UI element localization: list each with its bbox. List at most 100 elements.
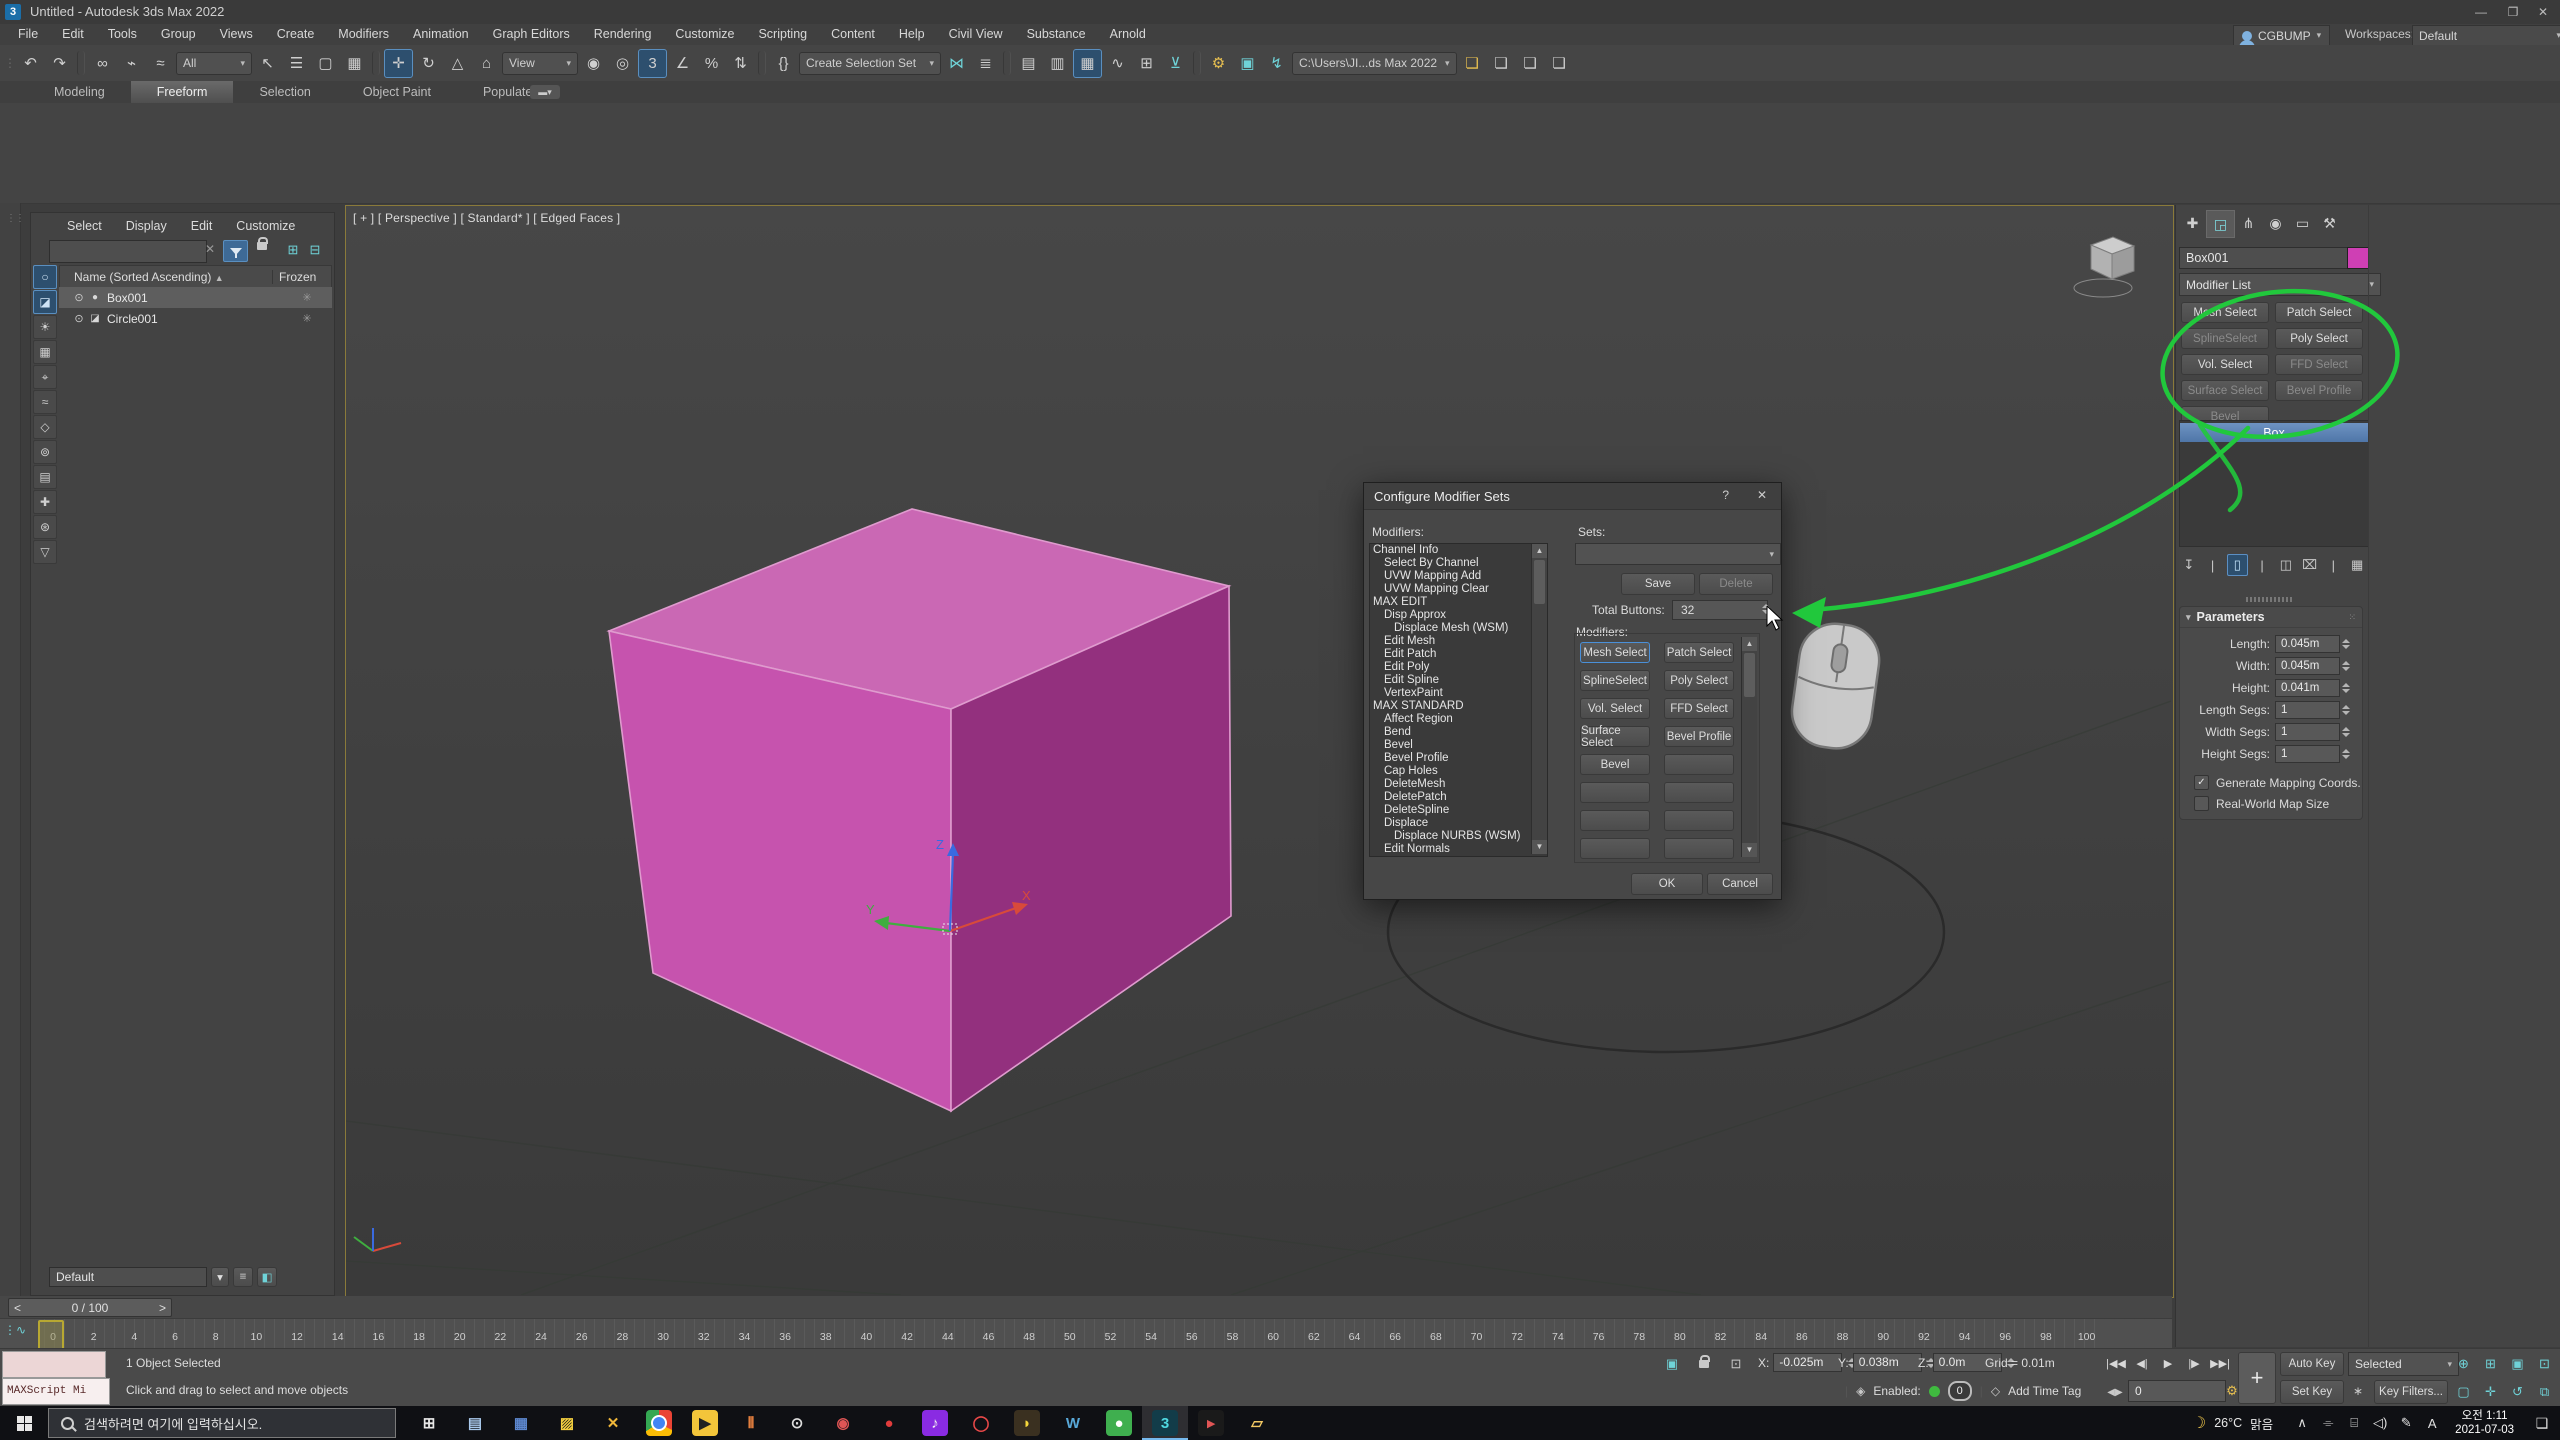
menu-item[interactable]: Modifiers: [326, 24, 401, 45]
menu-item[interactable]: Edit: [50, 24, 96, 45]
parameter-spinner[interactable]: [2340, 661, 2351, 671]
taskbar-maps-icon[interactable]: ◉: [820, 1406, 866, 1440]
rendered-frame-window-button[interactable]: ▣: [1234, 50, 1261, 77]
pin-stack-button[interactable]: ↧: [2179, 555, 2199, 575]
panel-button-spline-select[interactable]: SplineSelect: [2181, 328, 2269, 349]
explorer-menu-item[interactable]: Edit: [179, 215, 225, 237]
use-selection-center-button[interactable]: ◎: [609, 50, 636, 77]
timeline-playhead[interactable]: [38, 1320, 64, 1351]
mirror-button[interactable]: ⋈: [943, 50, 970, 77]
enabled-value-badge[interactable]: 0: [1948, 1381, 1972, 1401]
panel-splitter-handle[interactable]: [2246, 597, 2294, 602]
dialog-help-button[interactable]: ?: [1722, 488, 1729, 502]
modifier-list-item[interactable]: DeletePatch: [1370, 791, 1547, 804]
playback-button[interactable]: |▶: [2181, 1352, 2207, 1374]
explorer-settings-button[interactable]: ≡: [233, 1267, 253, 1287]
divider[interactable]: [77, 51, 85, 75]
tab-hierarchy[interactable]: ⋔: [2235, 210, 2262, 236]
taskbar-file-explorer-icon[interactable]: ▱: [1234, 1406, 1280, 1440]
divider[interactable]: |: [2252, 555, 2272, 575]
dialog-button-surface-select[interactable]: Surface Select: [1580, 726, 1650, 747]
panel-button-bevel-profile[interactable]: Bevel Profile: [2275, 380, 2363, 401]
trackbar-mode-icon[interactable]: ⋮∿: [4, 1323, 26, 1337]
taskbar-opera-icon[interactable]: ◯: [958, 1406, 1004, 1440]
filter-funnel-button[interactable]: [223, 240, 248, 262]
playback-button[interactable]: |◀◀: [2103, 1352, 2129, 1374]
taskbar-bars-app-icon[interactable]: ⫴: [728, 1406, 774, 1440]
selection-lock-button[interactable]: [1692, 1353, 1716, 1375]
menu-item[interactable]: Substance: [1015, 24, 1098, 45]
tab-utilities[interactable]: ⚒: [2316, 210, 2343, 236]
parameter-value-field[interactable]: 1: [2275, 723, 2340, 741]
show-end-result-button[interactable]: ▯: [2227, 554, 2249, 576]
filter-geometry-toggle[interactable]: ○: [33, 265, 57, 289]
add-time-tag[interactable]: Add Time Tag: [2008, 1384, 2081, 1398]
dialog-button-bevel[interactable]: Bevel: [1580, 754, 1650, 775]
explorer-row-box001[interactable]: ⊙ ● Box001 ✳: [59, 287, 332, 308]
total-buttons-field[interactable]: 32: [1672, 600, 1768, 620]
maximize-button[interactable]: ❐: [2498, 2, 2528, 22]
signin-dropdown[interactable]: CGBUMP ▾: [2233, 25, 2330, 46]
frame-arrows-icon[interactable]: ◀▶: [2103, 1381, 2127, 1403]
filter-groups-toggle[interactable]: ▤: [33, 465, 57, 489]
cancel-button[interactable]: Cancel: [1707, 873, 1773, 895]
select-by-name-button[interactable]: ☰: [283, 50, 310, 77]
filter-helpers-toggle[interactable]: ⌖: [33, 365, 57, 389]
select-and-scale-button[interactable]: △: [444, 50, 471, 77]
ribbon-tab-freeform[interactable]: Freeform: [131, 81, 234, 103]
auto-key-button[interactable]: Auto Key: [2280, 1352, 2344, 1376]
modifier-list-item[interactable]: Edit Patch: [1370, 648, 1547, 661]
taskbar-clock[interactable]: 오전 1:11 2021-07-03: [2455, 1409, 2514, 1437]
explorer-menu-item[interactable]: Display: [114, 215, 179, 237]
modifier-list-item[interactable]: Disp Approx: [1370, 609, 1547, 622]
minimize-button[interactable]: —: [2466, 2, 2496, 22]
menu-item[interactable]: Arnold: [1098, 24, 1158, 45]
frozen-column-header[interactable]: Frozen: [272, 270, 331, 284]
expand-tree-icon[interactable]: ⊞: [283, 240, 303, 260]
select-and-move-button[interactable]: ✛: [384, 49, 413, 78]
parameter-spinner[interactable]: [2340, 749, 2351, 759]
menu-item[interactable]: Scripting: [746, 24, 819, 45]
menu-item[interactable]: File: [6, 24, 50, 45]
render-setup-button[interactable]: ⚙: [1205, 50, 1232, 77]
ribbon-tab-modeling[interactable]: Modeling: [28, 81, 131, 103]
modifier-list-item[interactable]: Displace NURBS (WSM): [1370, 830, 1547, 843]
dialog-button-patch-select[interactable]: Patch Select: [1664, 642, 1734, 663]
menu-item[interactable]: Help: [887, 24, 937, 45]
taskbar-kakao-icon[interactable]: ◗: [1004, 1406, 1050, 1440]
toolbar-drag-handle[interactable]: ⋮: [5, 50, 15, 77]
toggle-layer-explorer-button[interactable]: ▥: [1044, 50, 1071, 77]
explorer-column-headers[interactable]: Name (Sorted Ascending) ▲ Frozen: [59, 265, 332, 288]
key-filter-icon[interactable]: ∗: [2346, 1380, 2370, 1402]
snap-toggle-3d-button[interactable]: 3: [638, 49, 667, 78]
clear-search-icon[interactable]: ✕: [205, 242, 215, 256]
material-editor-button[interactable]: ⊻: [1162, 50, 1189, 77]
parameter-value-field[interactable]: 0.045m: [2275, 635, 2340, 653]
zoom-extents-button[interactable]: ▣: [2504, 1352, 2531, 1376]
modifier-list-dropdown[interactable]: Modifier List ▾: [2179, 273, 2381, 296]
divider[interactable]: [372, 51, 380, 75]
filter-materials-toggle[interactable]: ⊛: [33, 515, 57, 539]
select-and-place-button[interactable]: ⌂: [473, 50, 500, 77]
select-and-link-button[interactable]: ∞: [89, 50, 116, 77]
total-buttons-spinner[interactable]: [1760, 600, 1771, 618]
lock-icon[interactable]: [257, 242, 267, 250]
ok-button[interactable]: OK: [1631, 873, 1703, 895]
modifier-list-item[interactable]: Displace Mesh (WSM): [1370, 622, 1547, 635]
dialog-button-empty[interactable]: [1580, 810, 1650, 831]
tab-create[interactable]: ✚: [2179, 210, 2206, 236]
panel-button-patch-select[interactable]: Patch Select: [2275, 302, 2363, 323]
pan-view-button[interactable]: ✛: [2477, 1380, 2504, 1404]
scroll-down-icon[interactable]: ▼: [1532, 840, 1547, 854]
collapse-tree-icon[interactable]: ⊟: [305, 240, 325, 260]
modifier-list-item[interactable]: UVW Mapping Clear: [1370, 583, 1547, 596]
modifier-list-item[interactable]: Channel Info: [1370, 544, 1547, 557]
parameters-rollout-header[interactable]: ▾ Parameters ⁙: [2180, 607, 2362, 628]
select-object-button[interactable]: ↖: [254, 50, 281, 77]
taskbar-whale-icon[interactable]: W: [1050, 1406, 1096, 1440]
taskbar-search-app-icon[interactable]: ⊙: [774, 1406, 820, 1440]
modifier-list-item[interactable]: DeleteSpline: [1370, 804, 1547, 817]
next-frame-arrow[interactable]: >: [159, 1301, 166, 1315]
set-keys-button[interactable]: +: [2238, 1352, 2276, 1404]
tab-modify[interactable]: ◲: [2206, 210, 2235, 238]
